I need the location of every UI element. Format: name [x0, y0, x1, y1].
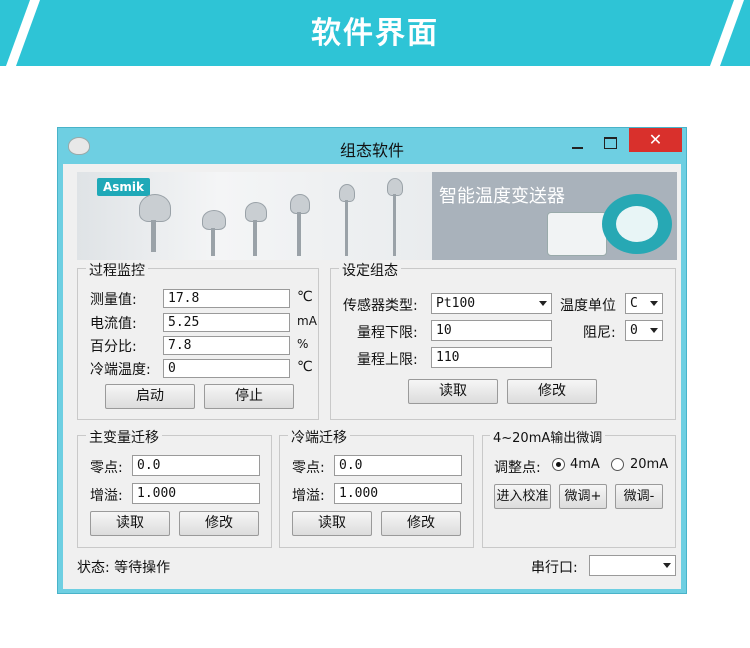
enter-calibration-button[interactable]: 进入校准	[494, 484, 551, 509]
cold-zero-label: 零点:	[292, 460, 325, 476]
window-title: 组态软件	[339, 141, 404, 160]
main-var-migration-title: 主变量迁移	[86, 427, 162, 447]
range-high-field[interactable]: 110	[431, 347, 552, 368]
trim-down-button[interactable]: 微调-	[615, 484, 663, 509]
title-bar[interactable]: 组态软件 ✕	[58, 128, 686, 164]
brand-logo: Asmik	[97, 178, 151, 196]
sensor-head-icon	[202, 210, 226, 230]
settings-read-button[interactable]: 读取	[408, 379, 498, 404]
stop-button[interactable]: 停止	[204, 384, 294, 409]
cold-end-migration-title: 冷端迁移	[288, 427, 350, 447]
cold-gain-label: 增溢:	[292, 488, 325, 504]
settings-title: 设定组态	[339, 260, 401, 280]
main-zero-label: 零点:	[90, 460, 123, 476]
chevron-down-icon	[650, 301, 658, 306]
serial-port-label: 串行口:	[531, 560, 578, 576]
sensor-head-icon	[139, 194, 171, 222]
temp-unit-label: 温度单位	[560, 298, 616, 314]
start-button[interactable]: 启动	[105, 384, 195, 409]
settings-group	[330, 268, 676, 420]
sensor-head-icon	[245, 202, 267, 222]
sensor-head-icon	[290, 194, 310, 214]
percent-unit: %	[297, 337, 309, 351]
main-read-button[interactable]: 读取	[90, 511, 170, 536]
output-trim-title: 4~20mA输出微调	[490, 427, 606, 446]
range-low-label: 量程下限:	[357, 325, 418, 341]
sensor-probe-icon	[211, 228, 215, 256]
range-high-label: 量程上限:	[357, 352, 418, 368]
transmitter-module-icon	[547, 212, 607, 256]
measured-value-label: 测量值:	[90, 292, 137, 308]
damping-value: 0	[630, 323, 638, 338]
main-gain-field[interactable]: 1.000	[132, 483, 260, 504]
main-modify-button[interactable]: 修改	[179, 511, 259, 536]
maximize-button[interactable]	[596, 130, 624, 156]
chevron-down-icon	[650, 328, 658, 333]
main-gain-label: 增溢:	[90, 488, 123, 504]
cold-end-temp-field[interactable]: 0	[163, 359, 290, 378]
radio-4ma[interactable]	[552, 458, 565, 471]
radio-20ma-label: 20mA	[630, 457, 669, 472]
cold-read-button[interactable]: 读取	[292, 511, 372, 536]
sensor-type-value: Pt100	[436, 296, 476, 311]
cold-modify-button[interactable]: 修改	[381, 511, 461, 536]
settings-modify-button[interactable]: 修改	[507, 379, 597, 404]
measured-value-unit: ℃	[297, 289, 313, 305]
close-button[interactable]: ✕	[629, 128, 682, 152]
cold-zero-field[interactable]: 0.0	[334, 455, 462, 476]
temp-unit-value: C	[630, 296, 638, 311]
percent-field[interactable]: 7.8	[163, 336, 290, 355]
damping-label: 阻尼:	[583, 325, 616, 341]
product-slogan: 智能温度变送器	[439, 186, 565, 207]
temp-unit-select[interactable]: C	[625, 293, 663, 314]
sensor-probe-icon	[297, 212, 301, 256]
current-value-label: 电流值:	[90, 316, 137, 332]
sensor-probe-icon	[345, 200, 348, 256]
header-banner: 软件界面	[0, 0, 750, 72]
trim-up-button[interactable]: 微调+	[559, 484, 607, 509]
radio-4ma-label: 4mA	[570, 457, 600, 472]
measured-value-field[interactable]: 17.8	[163, 289, 290, 308]
sensor-type-label: 传感器类型:	[343, 298, 418, 314]
chevron-down-icon	[539, 301, 547, 306]
product-image: Asmik 智能温度变送器	[77, 172, 677, 260]
status-text: 状态: 等待操作	[77, 560, 171, 576]
sensor-probe-icon	[151, 220, 156, 252]
cold-end-temp-unit: ℃	[297, 359, 313, 375]
percent-label: 百分比:	[90, 339, 137, 355]
cold-end-temp-label: 冷端温度:	[90, 362, 151, 378]
sensor-type-select[interactable]: Pt100	[431, 293, 552, 314]
current-value-field[interactable]: 5.25	[163, 313, 290, 332]
chevron-down-icon	[663, 563, 671, 568]
cold-gain-field[interactable]: 1.000	[334, 483, 462, 504]
adjust-point-label: 调整点:	[494, 460, 541, 476]
process-monitor-title: 过程监控	[86, 260, 148, 280]
sensor-probe-icon	[253, 220, 257, 256]
transmitter-disc-icon	[602, 194, 672, 254]
serial-port-select[interactable]	[589, 555, 676, 576]
damping-select[interactable]: 0	[625, 320, 663, 341]
main-zero-field[interactable]: 0.0	[132, 455, 260, 476]
radio-20ma[interactable]	[611, 458, 624, 471]
minimize-button[interactable]	[563, 130, 591, 156]
current-value-unit: mA	[297, 314, 317, 328]
range-low-field[interactable]: 10	[431, 320, 552, 341]
sensor-probe-icon	[393, 194, 396, 256]
banner-title: 软件界面	[311, 16, 439, 51]
